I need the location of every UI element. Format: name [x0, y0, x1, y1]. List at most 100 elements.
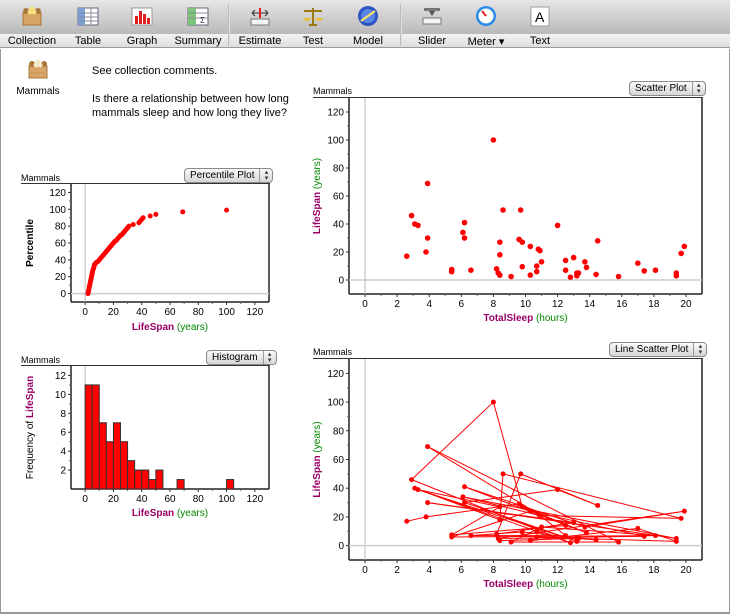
svg-text:A: A	[535, 9, 545, 25]
line-scatter-plot-graph[interactable]: Mammals Line Scatter Plot ▴ ▾ 0 2 4 6 8 10 12 14 1…	[312, 342, 708, 592]
y-tick-label: 0	[338, 541, 344, 552]
data-point	[490, 399, 496, 405]
data-point	[508, 273, 514, 280]
x-tick-label: 40	[136, 494, 148, 505]
data-point	[409, 477, 415, 483]
x-tick-label: 16	[616, 299, 628, 310]
x-tick-label: 100	[218, 494, 235, 505]
x-tick-label: 8	[491, 565, 497, 576]
x-tick-label: 2	[394, 565, 400, 576]
toolbar-button-slider[interactable]: Slider	[402, 0, 462, 48]
data-point	[224, 207, 230, 213]
data-point	[563, 523, 569, 529]
data-point	[449, 534, 455, 540]
data-point	[415, 222, 421, 229]
y-tick-label: 8	[60, 409, 66, 420]
data-point	[403, 253, 410, 259]
x-tick-label: 0	[82, 494, 88, 505]
data-point	[562, 267, 569, 273]
data-point	[140, 215, 146, 221]
x-tick-label: 10	[520, 299, 532, 310]
collection-icon	[28, 59, 48, 79]
toolbar-button-collection[interactable]: Collection	[2, 0, 62, 48]
data-point	[673, 273, 680, 279]
collection-name: Mammals	[16, 86, 60, 97]
x-tick-label: 80	[193, 494, 205, 505]
data-point	[593, 271, 599, 278]
histogram-bar	[155, 469, 164, 490]
x-tick-label: 20	[680, 299, 692, 310]
data-point	[519, 529, 525, 535]
data-point	[594, 238, 601, 244]
x-axis-label: LifeSpan (years)	[132, 508, 208, 519]
scatter-plot-graph[interactable]: Mammals Scatter Plot ▴ ▾ 0 2 4 6 8 10 12 14 16 18 20…	[312, 81, 706, 331]
y-tick-label: 100	[49, 205, 66, 216]
data-point	[652, 267, 659, 273]
toolbar-button-table[interactable]: Table	[58, 0, 118, 48]
connecting-line	[427, 446, 539, 515]
data-point	[527, 243, 534, 250]
toolbar-button-graph[interactable]: Graph	[112, 0, 172, 48]
toolbar-label: Meter ▾	[467, 36, 505, 48]
connecting-line	[492, 401, 523, 508]
data-point	[574, 535, 580, 541]
data-point	[497, 272, 503, 278]
collection-icon	[22, 6, 42, 26]
data-point	[554, 222, 561, 229]
x-tick-label: 0	[82, 307, 88, 318]
data-point	[490, 137, 497, 143]
toolbar-button-meter[interactable]: Meter ▾	[456, 0, 516, 48]
x-tick-label: 6	[459, 565, 465, 576]
toolbar-separator	[228, 4, 230, 46]
toolbar-button-summary[interactable]: Σ Summary	[168, 0, 228, 48]
data-point	[448, 268, 455, 275]
estimate-icon	[250, 8, 270, 26]
y-tick-label: 20	[333, 248, 345, 259]
data-point	[582, 524, 588, 530]
data-point	[583, 264, 590, 271]
scales-icon	[303, 8, 323, 26]
data-point	[412, 485, 418, 491]
x-tick-label: 60	[164, 494, 176, 505]
data-point	[423, 249, 429, 255]
data-point	[147, 213, 153, 219]
percentile-plot-graph[interactable]: Mammals Percentile Plot ▴ ▾ 0 20 40 60 80 100 12…	[21, 167, 274, 333]
histogram-bar	[148, 479, 157, 490]
data-point	[408, 212, 415, 219]
toolbar-button-estimate[interactable]: Estimate	[230, 0, 290, 48]
x-tick-label: 16	[616, 565, 628, 576]
x-tick-label: 20	[680, 565, 692, 576]
toolbar-label: Collection	[7, 35, 57, 47]
data-point	[635, 525, 641, 531]
data-point	[468, 267, 474, 273]
x-tick-label: 18	[648, 299, 660, 310]
data-point	[462, 500, 468, 506]
data-point	[575, 270, 582, 276]
histogram-bar	[176, 479, 185, 490]
x-tick-label: 8	[491, 299, 497, 310]
connecting-line	[451, 525, 566, 536]
data-point	[519, 263, 526, 270]
text-box[interactable]: See collection comments. Is there a rela…	[92, 64, 292, 134]
data-point	[527, 272, 534, 278]
data-point	[641, 268, 648, 274]
histogram-bar	[91, 384, 100, 490]
toolbar-label: Graph	[126, 35, 158, 47]
toolbar-button-model[interactable]: Model	[338, 0, 398, 48]
y-tick-label: 40	[333, 220, 345, 231]
y-tick-label: 4	[60, 447, 66, 458]
y-tick-label: 10	[55, 390, 67, 401]
x-tick-label: 4	[426, 565, 432, 576]
connecting-line	[427, 446, 619, 543]
x-tick-label: 40	[136, 307, 148, 318]
table-icon	[77, 7, 99, 26]
toolbar-label: Text	[529, 35, 551, 47]
x-tick-label: 12	[552, 299, 564, 310]
x-tick-label: 60	[164, 307, 176, 318]
y-tick-label: 60	[333, 192, 345, 203]
data-point	[424, 180, 431, 187]
toolbar-button-text[interactable]: A Text	[510, 0, 570, 48]
data-point	[497, 538, 503, 544]
histogram-graph[interactable]: Mammals Histogram ▴ ▾ 0 20 40 60 80 100 120 2 4 6 8 1…	[21, 349, 277, 519]
toolbar-button-scales[interactable]: Test	[283, 0, 343, 48]
